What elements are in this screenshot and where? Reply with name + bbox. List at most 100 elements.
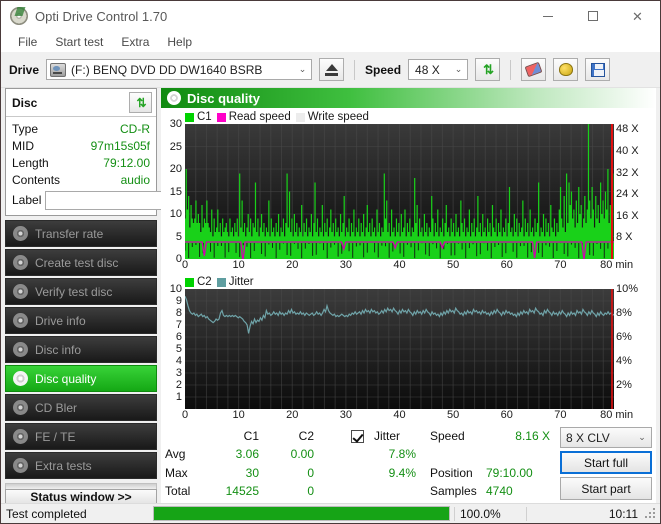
axis-tick-label: 0 <box>182 259 188 271</box>
drive-toolbar: Drive (F:) BENQ DVD DD DW1640 BSRB ⌄ Spe… <box>1 52 660 88</box>
start-full-button[interactable]: Start full <box>560 451 652 474</box>
jitter-plot[interactable] <box>185 289 614 409</box>
eject-button[interactable] <box>319 58 344 81</box>
maximize-icon <box>588 11 598 21</box>
menu-item-help[interactable]: Help <box>158 33 201 51</box>
c1-chart-svg <box>185 124 614 259</box>
bulb-button[interactable] <box>553 58 578 81</box>
close-button[interactable]: ✕ <box>615 1 660 31</box>
legend-label: Write speed <box>308 111 369 123</box>
disc-icon <box>13 429 28 444</box>
write-strategy-value: 8 X CLV <box>566 431 610 445</box>
axis-tick-label: 30 <box>340 259 352 271</box>
disc-row-key: MID <box>12 139 34 153</box>
menu-item-extra[interactable]: Extra <box>112 33 158 51</box>
elapsed-time: 10:11 <box>526 507 644 521</box>
start-part-button[interactable]: Start part <box>560 477 652 500</box>
legend-swatch <box>185 278 194 287</box>
sidebar-item-verify-test-disc[interactable]: Verify test disc <box>5 278 157 305</box>
refresh-button[interactable]: ⇅ <box>475 58 500 81</box>
row-c2: 0 <box>263 464 318 482</box>
speed-label: Speed <box>420 427 482 445</box>
disc-row-type: Type CD-R <box>12 120 150 137</box>
minimize-icon <box>543 16 553 17</box>
sidebar-item-fe-te[interactable]: FE / TE <box>5 423 157 450</box>
axis-tick-label: 60 <box>501 409 513 421</box>
row-c1: 3.06 <box>201 445 263 463</box>
sidebar-item-cd-bler[interactable]: CD Bler <box>5 394 157 421</box>
legend-item-c1: C1 <box>185 111 212 123</box>
sidebar-item-label: CD Bler <box>35 401 77 415</box>
axis-tick-label: 80 min <box>600 409 633 421</box>
sidebar-item-transfer-rate[interactable]: Transfer rate <box>5 220 157 247</box>
disc-row-mid: MID 97m15s05f <box>12 137 150 154</box>
row-c2: 0.00 <box>263 445 318 463</box>
disc-quality-icon <box>167 91 181 105</box>
eraser-icon <box>525 62 543 77</box>
resize-grip[interactable] <box>644 507 658 521</box>
speed-select[interactable]: 48 X ⌄ <box>408 59 468 80</box>
axis-tick-label: 40 X <box>616 145 639 157</box>
axis-tick-label: 30 <box>170 118 182 130</box>
save-icon <box>591 63 605 77</box>
sidebar-item-disc-info[interactable]: Disc info <box>5 336 157 363</box>
c1-plot-wrap: 302520151050 48 X40 X32 X24 X16 X8 X 010… <box>185 124 614 273</box>
maximize-button[interactable] <box>570 1 615 31</box>
samples-value: 4740 <box>482 482 554 500</box>
sidebar-item-label: Drive info <box>35 314 86 328</box>
progress-fill <box>154 507 449 520</box>
legend-swatch <box>217 113 226 122</box>
legend-swatch <box>185 113 194 122</box>
erase-button[interactable] <box>521 58 546 81</box>
axis-tick-label: 8 <box>176 307 182 319</box>
table-header-row: C1 C2 Jitter Speed 8.16 X <box>161 427 554 445</box>
disc-row-length: Length 79:12.00 <box>12 154 150 171</box>
disc-row-key: Length <box>12 156 49 170</box>
disc-row-key: Type <box>12 122 38 136</box>
minimize-button[interactable] <box>525 1 570 31</box>
sidebar-item-disc-quality[interactable]: Disc quality <box>5 365 157 392</box>
c1-y2-axis: 48 X40 X32 X24 X16 X8 X <box>616 124 654 259</box>
menu-item-file[interactable]: File <box>9 33 46 51</box>
window-title: Opti Drive Control 1.70 <box>35 9 167 24</box>
sidebar-item-drive-info[interactable]: Drive info <box>5 307 157 334</box>
axis-tick-label: 6 <box>176 331 182 343</box>
jitter-plot-wrap: 10987654321 10%8%6%4%2% 0102030405060708… <box>185 289 614 423</box>
stats-table: C1 C2 Jitter Speed 8.16 X Avg 3.06 0.00 <box>161 427 554 500</box>
axis-tick-label: 32 X <box>616 167 639 179</box>
status-text: Test completed <box>1 507 153 521</box>
drive-select-value: (F:) BENQ DVD DD DW1640 BSRB <box>71 63 262 77</box>
disc-row-value: audio <box>121 173 150 187</box>
disc-refresh-button[interactable]: ⇅ <box>129 92 152 113</box>
main-body: Disc ⇅ Type CD-R MID 97m15s05f Length 79… <box>1 88 660 503</box>
row-label: Total <box>161 482 201 500</box>
sidebar-item-label: Disc quality <box>35 372 96 386</box>
row-jitter: 7.8% <box>346 445 420 463</box>
jitter-legend: C2 Jitter <box>161 275 656 289</box>
axis-tick-label: 5 <box>176 231 182 243</box>
sidebar-item-label: FE / TE <box>35 430 75 444</box>
disc-row-contents: Contents audio <box>12 171 150 188</box>
drive-select[interactable]: (F:) BENQ DVD DD DW1640 BSRB ⌄ <box>46 59 312 80</box>
refresh-icon: ⇅ <box>483 62 492 78</box>
write-strategy-select[interactable]: 8 X CLV ⌄ <box>560 427 652 448</box>
axis-tick-label: 40 <box>393 259 405 271</box>
axis-tick-label: 60 <box>501 259 513 271</box>
position-label: Position <box>420 464 482 482</box>
chevron-down-icon: ⌄ <box>294 64 311 75</box>
jitter-checkbox[interactable] <box>351 430 364 443</box>
jitter-x-axis: 01020304050607080 min <box>185 409 614 423</box>
c1-legend: C1 Read speed Write speed <box>161 110 656 124</box>
table-row: Total 14525 0 Samples 4740 <box>161 482 554 500</box>
sidebar-item-extra-tests[interactable]: Extra tests <box>5 452 157 479</box>
axis-tick-label: 15 <box>170 186 182 198</box>
sidebar-item-create-test-disc[interactable]: Create test disc <box>5 249 157 276</box>
legend-item-read-speed: Read speed <box>217 111 291 123</box>
sidebar: Disc ⇅ Type CD-R MID 97m15s05f Length 79… <box>5 88 157 503</box>
row-label: Avg <box>161 445 201 463</box>
menu-item-start-test[interactable]: Start test <box>46 33 112 51</box>
disc-row-value: 79:12.00 <box>103 156 150 170</box>
save-button[interactable] <box>585 58 610 81</box>
jitter-y2-axis: 10%8%6%4%2% <box>616 289 654 409</box>
c1-plot[interactable] <box>185 124 614 259</box>
